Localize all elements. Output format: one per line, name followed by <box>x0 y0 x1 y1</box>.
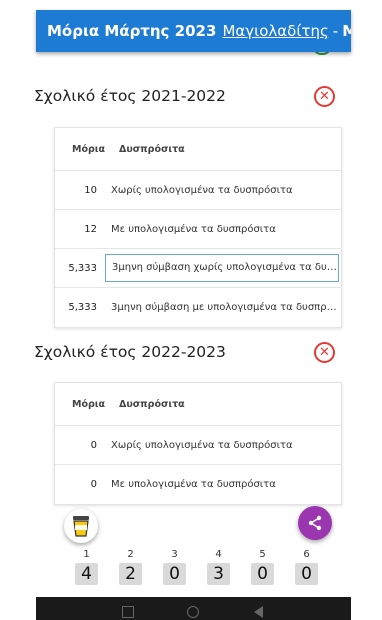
moria-value: 0 <box>90 439 97 451</box>
digit-value: 0 <box>295 563 318 585</box>
donate-coffee-button[interactable] <box>64 509 98 543</box>
digit-value: 0 <box>251 563 274 585</box>
column-header-moria: Μόρια <box>71 398 105 410</box>
table-row[interactable]: 0 Χωρίς υπολογισμένα τα δυσπρόσιτα <box>55 426 341 465</box>
row-label: Με υπολογισμένα τα δυσπρόσιτα <box>111 479 276 490</box>
moria-value: 10 <box>84 184 97 196</box>
row-label: 3μηνη σύμβαση χωρίς υπολογισμένα τα δυσπ… <box>105 254 339 282</box>
counter-digit: 6 0 <box>295 549 318 585</box>
column-header-moria: Μόρια <box>71 143 105 155</box>
home-icon[interactable] <box>187 606 199 618</box>
row-label: 3μηνη σύμβαση με υπολογισμένα τα δυσπρόσ… <box>111 302 341 313</box>
digit-value: 0 <box>163 563 186 585</box>
counter-digit: 2 2 <box>119 549 142 585</box>
title-separator: - <box>332 22 339 40</box>
counter-digit: 4 3 <box>207 549 230 585</box>
table-header: Μόρια Δυσπρόσιτα <box>55 128 341 171</box>
column-header-dysprosita: Δυσπρόσιτα <box>119 143 185 155</box>
points-table-2022-2023: Μόρια Δυσπρόσιτα 0 Χωρίς υπολογισμένα τα… <box>54 382 342 505</box>
digit-index: 1 <box>83 549 90 560</box>
visit-counter: 1 4 2 2 3 0 4 3 5 0 6 0 <box>75 549 339 585</box>
table-row[interactable]: 0 Με υπολογισμένα τα δυσπρόσιτα <box>55 465 341 504</box>
subject-link[interactable]: Μαγιολαδίτης <box>222 22 328 40</box>
share-icon <box>308 515 322 531</box>
counter-digit: 3 0 <box>163 549 186 585</box>
row-label: Χωρίς υπολογισμένα τα δυσπρόσιτα <box>111 439 293 451</box>
moria-value: 12 <box>84 223 97 235</box>
moria-value: 0 <box>90 479 97 490</box>
digit-index: 2 <box>127 549 134 560</box>
system-navigation-bar <box>36 597 351 620</box>
table-row[interactable]: 5,333 3μηνη σύμβαση με υπολογισμένα τα δ… <box>55 288 341 327</box>
moria-value: 5,333 <box>68 302 97 313</box>
app-title: Μόρια Μάρτης 2023 <box>47 22 217 40</box>
coffee-cup-icon <box>73 516 89 537</box>
row-label: Με υπολογισμένα τα δυσπρόσιτα <box>111 223 276 235</box>
points-table-2021-2022: Μόρια Δυσπρόσιτα 10 Χωρίς υπολογισμένα τ… <box>54 127 342 328</box>
share-button[interactable] <box>298 506 332 540</box>
counter-digit: 5 0 <box>251 549 274 585</box>
row-label: Χωρίς υπολογισμένα τα δυσπρόσιτα <box>111 184 293 196</box>
close-icon[interactable]: ✕ <box>314 342 335 363</box>
digit-value: 3 <box>207 563 230 585</box>
digit-index: 4 <box>215 549 222 560</box>
section-title-2022-2023: Σχολικό έτος 2022-2023 <box>34 343 226 361</box>
counter-digit: 1 4 <box>75 549 98 585</box>
table-row[interactable]: 10 Χωρίς υπολογισμένα τα δυσπρόσιτα <box>55 171 341 210</box>
back-icon[interactable] <box>254 606 263 618</box>
section-title-2021-2022: Σχολικό έτος 2021-2022 <box>34 87 226 105</box>
digit-index: 5 <box>259 549 266 560</box>
recents-icon[interactable] <box>122 606 134 618</box>
app-logo: M² <box>342 22 351 40</box>
digit-index: 6 <box>303 549 310 560</box>
column-header-dysprosita: Δυσπρόσιτα <box>119 398 185 410</box>
table-row[interactable]: 12 Με υπολογισμένα τα δυσπρόσιτα <box>55 210 341 249</box>
digit-value: 2 <box>119 563 142 585</box>
moria-value: 5,333 <box>68 262 97 274</box>
close-icon[interactable]: ✕ <box>314 86 335 107</box>
digit-value: 4 <box>75 563 98 585</box>
table-header: Μόρια Δυσπρόσιτα <box>55 383 341 426</box>
app-bar: Μόρια Μάρτης 2023 Μαγιολαδίτης - M² <box>36 10 351 52</box>
table-row-selected[interactable]: 5,333 3μηνη σύμβαση χωρίς υπολογισμένα τ… <box>55 249 341 288</box>
digit-index: 3 <box>171 549 178 560</box>
